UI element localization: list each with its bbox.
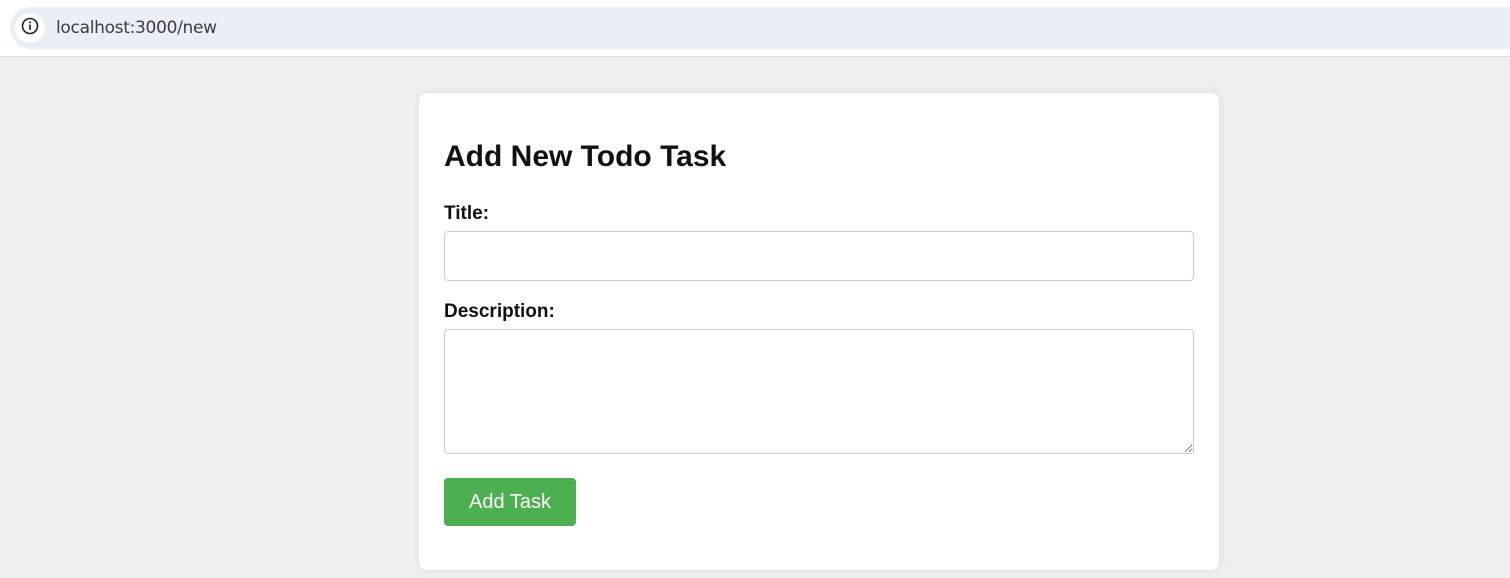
site-info-button[interactable] <box>15 13 45 43</box>
info-icon <box>21 17 39 40</box>
browser-toolbar: localhost:3000/new <box>0 0 1510 57</box>
page-title: Add New Todo Task <box>444 140 727 173</box>
title-input[interactable] <box>444 231 1194 281</box>
todo-form-card: Add New Todo Task Title: Description: Ad… <box>419 93 1219 570</box>
description-label: Description: <box>444 301 555 322</box>
add-task-button[interactable]: Add Task <box>444 478 576 526</box>
title-label: Title: <box>444 203 490 224</box>
address-bar[interactable]: localhost:3000/new <box>10 7 1510 49</box>
description-textarea[interactable] <box>444 329 1194 454</box>
url-text[interactable]: localhost:3000/new <box>56 18 217 38</box>
